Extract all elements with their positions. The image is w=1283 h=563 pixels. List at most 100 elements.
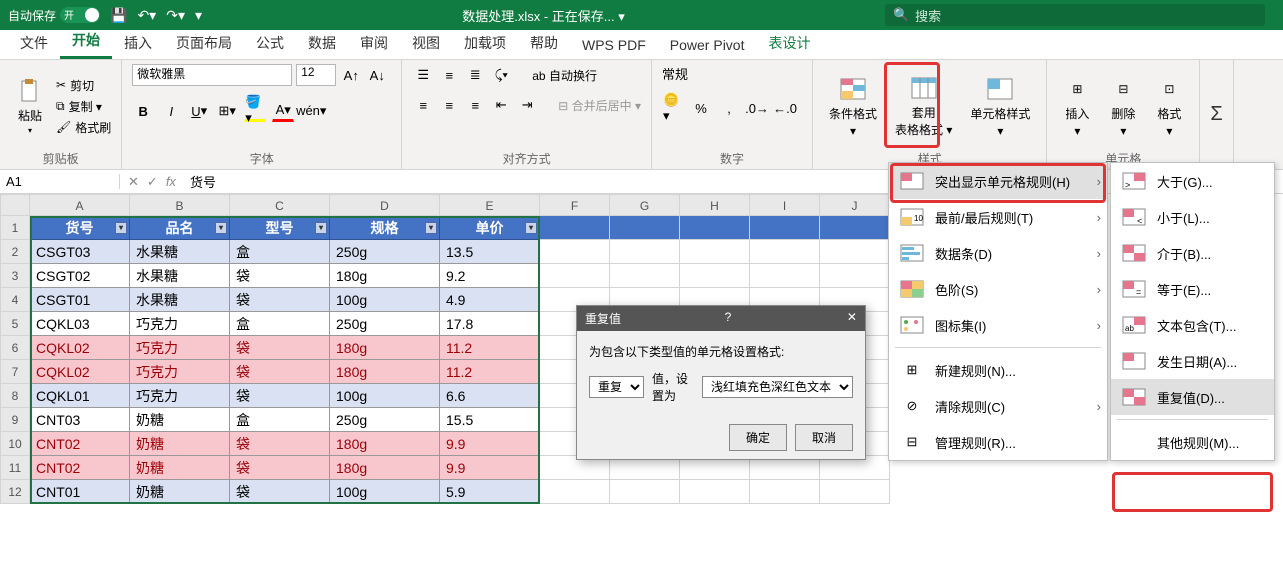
dialog-titlebar[interactable]: 重复值 ? ✕ — [577, 306, 865, 331]
insert-cells-button[interactable]: ⊞插入▾ — [1057, 73, 1097, 140]
empty-cell[interactable] — [820, 264, 890, 288]
conditional-format-button[interactable]: 条件格式▾ — [823, 73, 883, 140]
paste-button[interactable]: 粘贴▾ — [10, 75, 50, 137]
align-mid-icon[interactable]: ≡ — [438, 64, 460, 86]
tab-wps[interactable]: WPS PDF — [570, 31, 658, 59]
dup-type-select[interactable]: 重复 — [589, 376, 644, 398]
search-box[interactable]: 🔍 搜索 — [885, 4, 1265, 26]
row-header-1[interactable]: 1 — [0, 216, 30, 240]
save-icon[interactable]: 💾 — [110, 7, 127, 24]
data-cell[interactable]: 250g — [330, 408, 440, 432]
data-cell[interactable]: CSGT02 — [30, 264, 130, 288]
dialog-help-icon[interactable]: ? — [725, 310, 732, 327]
align-bot-icon[interactable]: ≣ — [464, 64, 486, 86]
col-header-D[interactable]: D — [330, 194, 440, 216]
fill-color-button[interactable]: 🪣▾ — [244, 100, 266, 122]
empty-cell[interactable] — [820, 216, 890, 240]
data-cell[interactable]: 13.5 — [440, 240, 540, 264]
data-cell[interactable]: 180g — [330, 432, 440, 456]
align-right-icon[interactable]: ≡ — [464, 94, 486, 116]
table-header[interactable]: 型号▾ — [230, 216, 330, 240]
data-cell[interactable]: 5.9 — [440, 480, 540, 504]
data-cell[interactable]: 袋 — [230, 432, 330, 456]
empty-cell[interactable] — [610, 264, 680, 288]
empty-cell[interactable] — [540, 240, 610, 264]
filter-dropdown-icon[interactable]: ▾ — [115, 222, 127, 234]
italic-button[interactable]: I — [160, 100, 182, 122]
submenu-equal[interactable]: =等于(E)... — [1111, 271, 1274, 307]
tab-home[interactable]: 开始 — [60, 24, 112, 59]
indent-inc-icon[interactable]: ⇥ — [516, 94, 538, 116]
row-header-5[interactable]: 5 — [0, 312, 30, 336]
indent-dec-icon[interactable]: ⇤ — [490, 94, 512, 116]
empty-cell[interactable] — [680, 240, 750, 264]
inc-decimal-icon[interactable]: .0→ — [746, 97, 768, 119]
table-header[interactable]: 货号▾ — [30, 216, 130, 240]
autosave-toggle[interactable]: 自动保存 开 — [8, 7, 100, 24]
data-cell[interactable]: 9.2 — [440, 264, 540, 288]
accounting-icon[interactable]: 🪙▾ — [662, 97, 684, 119]
data-cell[interactable]: 巧克力 — [130, 384, 230, 408]
menu-top-rules[interactable]: 10最前/最后规则(T) — [889, 199, 1107, 235]
empty-cell[interactable] — [540, 216, 610, 240]
align-center-icon[interactable]: ≡ — [438, 94, 460, 116]
data-cell[interactable]: CNT01 — [30, 480, 130, 504]
col-header-B[interactable]: B — [130, 194, 230, 216]
data-cell[interactable]: 奶糖 — [130, 456, 230, 480]
data-cell[interactable]: 盒 — [230, 312, 330, 336]
data-cell[interactable]: 9.9 — [440, 432, 540, 456]
row-header-10[interactable]: 10 — [0, 432, 30, 456]
submenu-other[interactable]: 其他规则(M)... — [1111, 424, 1274, 460]
table-header[interactable]: 规格▾ — [330, 216, 440, 240]
tab-addins[interactable]: 加载项 — [452, 27, 518, 59]
empty-cell[interactable] — [610, 216, 680, 240]
border-button[interactable]: ⊞▾ — [216, 100, 238, 122]
menu-clear-rules[interactable]: ⊘清除规则(C) — [889, 388, 1107, 424]
data-cell[interactable]: 9.9 — [440, 456, 540, 480]
tab-data[interactable]: 数据 — [296, 27, 348, 59]
data-cell[interactable]: 奶糖 — [130, 432, 230, 456]
submenu-text[interactable]: ab文本包含(T)... — [1111, 307, 1274, 343]
data-cell[interactable]: CQKL02 — [30, 336, 130, 360]
submenu-duplicate[interactable]: 重复值(D)... — [1111, 379, 1274, 415]
tab-power[interactable]: Power Pivot — [658, 31, 757, 59]
submenu-less[interactable]: <小于(L)... — [1111, 199, 1274, 235]
submenu-between[interactable]: 介于(B)... — [1111, 235, 1274, 271]
data-cell[interactable]: 袋 — [230, 384, 330, 408]
data-cell[interactable]: 180g — [330, 456, 440, 480]
data-cell[interactable]: CNT03 — [30, 408, 130, 432]
empty-cell[interactable] — [610, 480, 680, 504]
data-cell[interactable]: CQKL01 — [30, 384, 130, 408]
dialog-close-icon[interactable]: ✕ — [847, 310, 857, 327]
row-header-7[interactable]: 7 — [0, 360, 30, 384]
decrease-font-icon[interactable]: A↓ — [366, 64, 388, 86]
row-header-4[interactable]: 4 — [0, 288, 30, 312]
table-header[interactable]: 单价▾ — [440, 216, 540, 240]
tab-insert[interactable]: 插入 — [112, 27, 164, 59]
data-cell[interactable]: 奶糖 — [130, 480, 230, 504]
data-cell[interactable]: 袋 — [230, 288, 330, 312]
orientation-icon[interactable]: ⤹▾ — [490, 64, 512, 86]
number-format-select[interactable]: 常规 — [662, 64, 802, 83]
empty-cell[interactable] — [680, 480, 750, 504]
dup-format-select[interactable]: 浅红填充色深红色文本 — [702, 376, 853, 398]
data-cell[interactable]: 巧克力 — [130, 336, 230, 360]
qat-dropdown-icon[interactable]: ▾ — [195, 7, 202, 24]
redo-icon[interactable]: ↷▾ — [166, 7, 185, 24]
cancel-formula-icon[interactable]: ✕ — [128, 174, 139, 190]
empty-cell[interactable] — [680, 264, 750, 288]
menu-data-bars[interactable]: 数据条(D) — [889, 235, 1107, 271]
data-cell[interactable]: 水果糖 — [130, 240, 230, 264]
row-header-9[interactable]: 9 — [0, 408, 30, 432]
empty-cell[interactable] — [680, 216, 750, 240]
fx-icon[interactable]: fx — [166, 174, 176, 190]
data-cell[interactable]: CNT02 — [30, 432, 130, 456]
data-cell[interactable]: 100g — [330, 288, 440, 312]
menu-highlight-rules[interactable]: 突出显示单元格规则(H) — [889, 163, 1107, 199]
col-header-C[interactable]: C — [230, 194, 330, 216]
data-cell[interactable]: CQKL03 — [30, 312, 130, 336]
menu-manage-rules[interactable]: ⊟管理规则(R)... — [889, 424, 1107, 460]
tab-view[interactable]: 视图 — [400, 27, 452, 59]
col-header-G[interactable]: G — [610, 194, 680, 216]
tab-help[interactable]: 帮助 — [518, 27, 570, 59]
